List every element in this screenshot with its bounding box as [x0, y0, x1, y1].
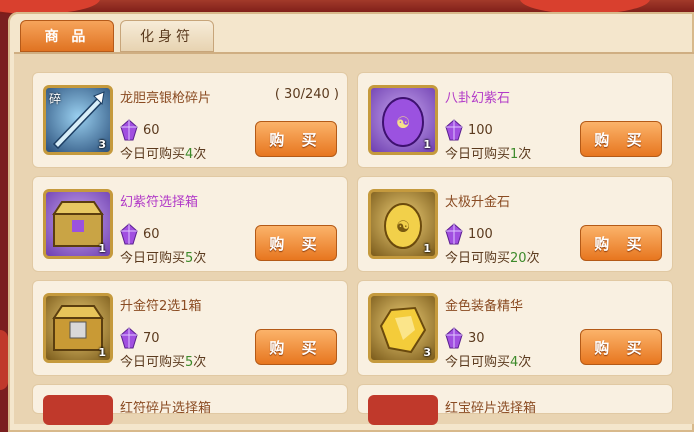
purple-gem-icon — [120, 119, 138, 141]
item-price: 30 — [468, 331, 485, 346]
gold-essence-icon[interactable]: 3 — [368, 293, 438, 363]
item-name: 红宝碎片选择箱 — [445, 401, 537, 416]
purple-gem-icon — [445, 327, 463, 349]
shop-item-card: 3 金色装备精华 30 今日可购买4次 购 买 — [357, 280, 673, 376]
tab-goods[interactable]: 商 品 — [20, 20, 114, 52]
shop-item-card: 1 幻紫符选择箱 60 今日可购买5次 购 买 — [32, 176, 348, 272]
item-name: 八卦幻紫石 — [445, 91, 511, 106]
shop-item-card: 碎 3 龙胆亮银枪碎片 ( 30/240 ) 60 今日可购买4次 购 买 — [32, 72, 348, 168]
shop-item-card: ☯ 1 太极升金石 100 今日可购买20次 购 买 — [357, 176, 673, 272]
fragment-tag: 碎 — [49, 92, 62, 106]
purchase-limit: 今日可购买20次 — [445, 251, 540, 266]
purchase-limit: 今日可购买5次 — [120, 355, 207, 370]
buy-button[interactable]: 购 买 — [255, 329, 337, 365]
buy-button[interactable]: 购 买 — [580, 329, 662, 365]
shop-item-card: ☯ 1 八卦幻紫石 100 今日可购买1次 购 买 — [357, 72, 673, 168]
fragment-progress: ( 30/240 ) — [274, 87, 339, 102]
purchase-limit: 今日可购买4次 — [120, 147, 207, 162]
buy-button[interactable]: 购 买 — [580, 121, 662, 157]
item-name: 红符碎片选择箱 — [120, 401, 212, 416]
purchase-limit: 今日可购买4次 — [445, 355, 532, 370]
purple-stone-icon[interactable]: ☯ 1 — [368, 85, 438, 155]
svg-text:☯: ☯ — [396, 217, 410, 236]
buy-button[interactable]: 购 买 — [255, 225, 337, 261]
tab-avatar-charm[interactable]: 化身符 — [120, 20, 214, 52]
item-name: 龙胆亮银枪碎片 — [120, 91, 212, 106]
item-quantity: 3 — [423, 346, 431, 359]
side-ornament — [0, 330, 8, 390]
buy-button[interactable]: 购 买 — [255, 121, 337, 157]
svg-text:☯: ☯ — [396, 113, 410, 132]
purchase-limit: 今日可购买1次 — [445, 147, 532, 162]
spear-fragment-icon[interactable]: 碎 3 — [43, 85, 113, 155]
item-name: 幻紫符选择箱 — [120, 195, 199, 210]
gold-chest-icon[interactable]: 1 — [43, 293, 113, 363]
item-name: 太极升金石 — [445, 195, 511, 210]
shop-item-card: 1 升金符2选1箱 70 今日可购买5次 购 买 — [32, 280, 348, 376]
purple-chest-icon[interactable]: 1 — [43, 189, 113, 259]
gold-stone-icon[interactable]: ☯ 1 — [368, 189, 438, 259]
item-price: 100 — [468, 227, 493, 242]
item-quantity: 3 — [98, 138, 106, 151]
purple-gem-icon — [120, 327, 138, 349]
item-name: 金色装备精华 — [445, 299, 524, 314]
item-quantity: 1 — [423, 138, 431, 151]
item-price: 60 — [143, 227, 160, 242]
item-price: 70 — [143, 331, 160, 346]
buy-button[interactable]: 购 买 — [580, 225, 662, 261]
item-quantity: 1 — [423, 242, 431, 255]
item-price: 60 — [143, 123, 160, 138]
purple-gem-icon — [445, 223, 463, 245]
shop-item-card-partial: 红宝碎片选择箱 — [357, 384, 673, 425]
red-chest-icon[interactable] — [43, 395, 113, 425]
purple-gem-icon — [120, 223, 138, 245]
item-name: 升金符2选1箱 — [120, 299, 202, 314]
purchase-limit: 今日可购买5次 — [120, 251, 207, 266]
shop-item-card-partial: 红符碎片选择箱 — [32, 384, 348, 425]
item-quantity: 1 — [98, 346, 106, 359]
item-list[interactable]: 碎 3 龙胆亮银枪碎片 ( 30/240 ) 60 今日可购买4次 购 买 ☯ … — [14, 52, 694, 425]
item-price: 100 — [468, 123, 493, 138]
red-chest-icon[interactable] — [368, 395, 438, 425]
purple-gem-icon — [445, 119, 463, 141]
item-quantity: 1 — [98, 242, 106, 255]
